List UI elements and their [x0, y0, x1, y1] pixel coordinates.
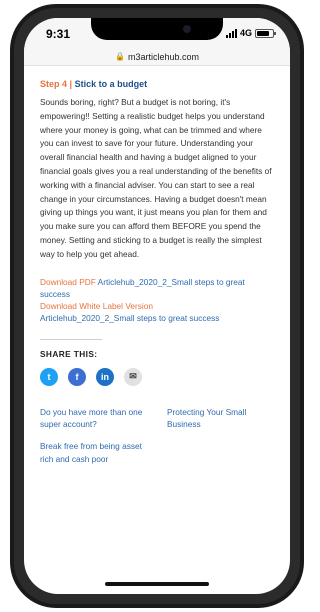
home-indicator[interactable]	[105, 582, 209, 586]
article-body: Sounds boring, right? But a budget is no…	[40, 97, 272, 259]
signal-icon	[225, 28, 237, 38]
linkedin-share-button[interactable]: in	[96, 367, 114, 386]
step-separator: |	[69, 79, 73, 89]
linkedin-icon: in	[101, 371, 109, 382]
step-number: Step 4	[40, 79, 68, 89]
status-indicators: 4G	[225, 28, 276, 38]
phone-screen: 9:31 4G 🔒 m3articlehub.com Step 4 | Stic…	[24, 18, 290, 594]
share-title: SHARE THIS:	[40, 348, 98, 359]
step-heading: Step 4 | Stick to a budget	[40, 78, 276, 90]
network-type: 4G	[239, 28, 252, 38]
battery-icon	[255, 28, 276, 38]
camera-icon	[183, 25, 191, 33]
notch	[91, 18, 223, 40]
address-bar[interactable]: 🔒 m3articlehub.com	[24, 48, 290, 66]
phone-frame: 9:31 4G 🔒 m3articlehub.com Step 4 | Stic…	[10, 4, 304, 608]
step-title: Stick to a budget	[74, 79, 148, 89]
url-text: m3articlehub.com	[127, 51, 199, 62]
share-buttons: t f in ✉	[40, 367, 276, 386]
status-time: 9:31	[46, 27, 71, 41]
email-icon: ✉	[129, 371, 137, 382]
email-share-button[interactable]: ✉	[124, 367, 142, 386]
download-white-label-link[interactable]: Articlehub_2020_2_Small steps to great s…	[40, 313, 219, 323]
twitter-share-button[interactable]: t	[40, 367, 58, 386]
download-pdf-label: Download PDF	[40, 276, 96, 287]
facebook-share-button[interactable]: f	[68, 367, 86, 386]
related-article-link[interactable]: Do you have more than one super account?	[40, 406, 145, 431]
related-column-right: Protecting Your Small Business	[167, 406, 272, 475]
share-divider	[40, 338, 102, 340]
downloads-section: Download PDF Articlehub_2020_2_Small ste…	[40, 276, 276, 325]
lock-icon: 🔒	[115, 52, 125, 61]
related-articles: Do you have more than one super account?…	[40, 406, 276, 475]
phone-bezel: 9:31 4G 🔒 m3articlehub.com Step 4 | Stic…	[14, 8, 300, 604]
twitter-icon: t	[47, 371, 51, 382]
article-content: Step 4 | Stick to a budget Sounds boring…	[40, 78, 276, 475]
related-article-link[interactable]: Break free from being asset rich and cas…	[40, 440, 145, 465]
facebook-icon: f	[75, 371, 79, 382]
download-white-label-label: Download White Label Version	[40, 301, 153, 312]
related-article-link[interactable]: Protecting Your Small Business	[167, 406, 272, 431]
related-column-left: Do you have more than one super account?…	[40, 406, 145, 475]
